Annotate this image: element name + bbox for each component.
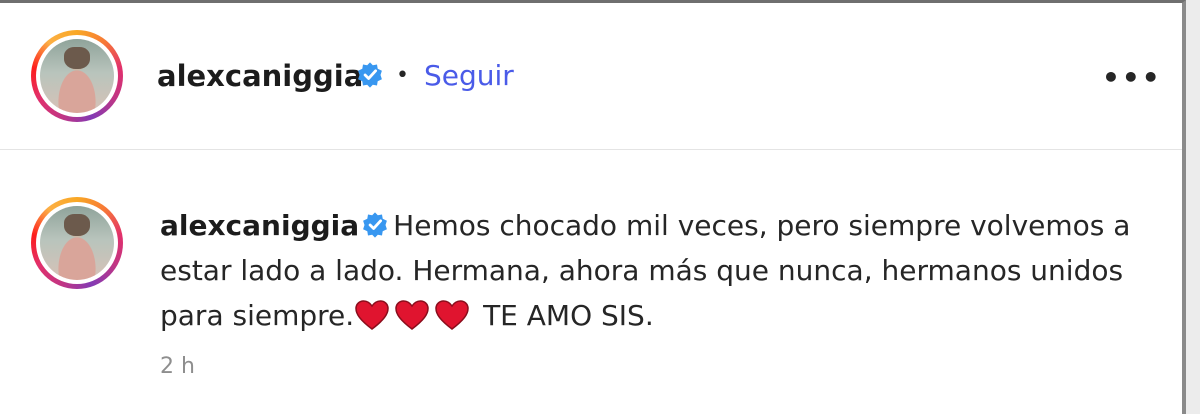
- separator-dot: •: [396, 63, 409, 88]
- comment-author-username[interactable]: alexcaniggia: [160, 209, 359, 242]
- heart-icon: [355, 300, 389, 330]
- post-author-username[interactable]: alexcaniggia: [157, 59, 363, 93]
- verified-badge-icon: [363, 212, 388, 238]
- heart-icon: [435, 300, 469, 330]
- follow-button[interactable]: Seguir: [424, 59, 514, 92]
- post-header: alexcaniggia • Seguir •••: [0, 3, 1182, 150]
- comment-text-end: TE AMO SIS.: [483, 299, 654, 332]
- comment-author-avatar[interactable]: [31, 197, 123, 289]
- verified-badge-icon: [358, 62, 382, 88]
- more-options-icon[interactable]: •••: [1102, 61, 1162, 94]
- comment-body: alexcaniggia Hemos chocado mil veces, per…: [160, 203, 1160, 338]
- post-author-avatar[interactable]: [31, 30, 123, 122]
- comment-timestamp[interactable]: 2 h: [160, 354, 195, 379]
- post-panel: alexcaniggia • Seguir ••• alexcaniggia He…: [0, 0, 1186, 414]
- heart-icon: [395, 300, 429, 330]
